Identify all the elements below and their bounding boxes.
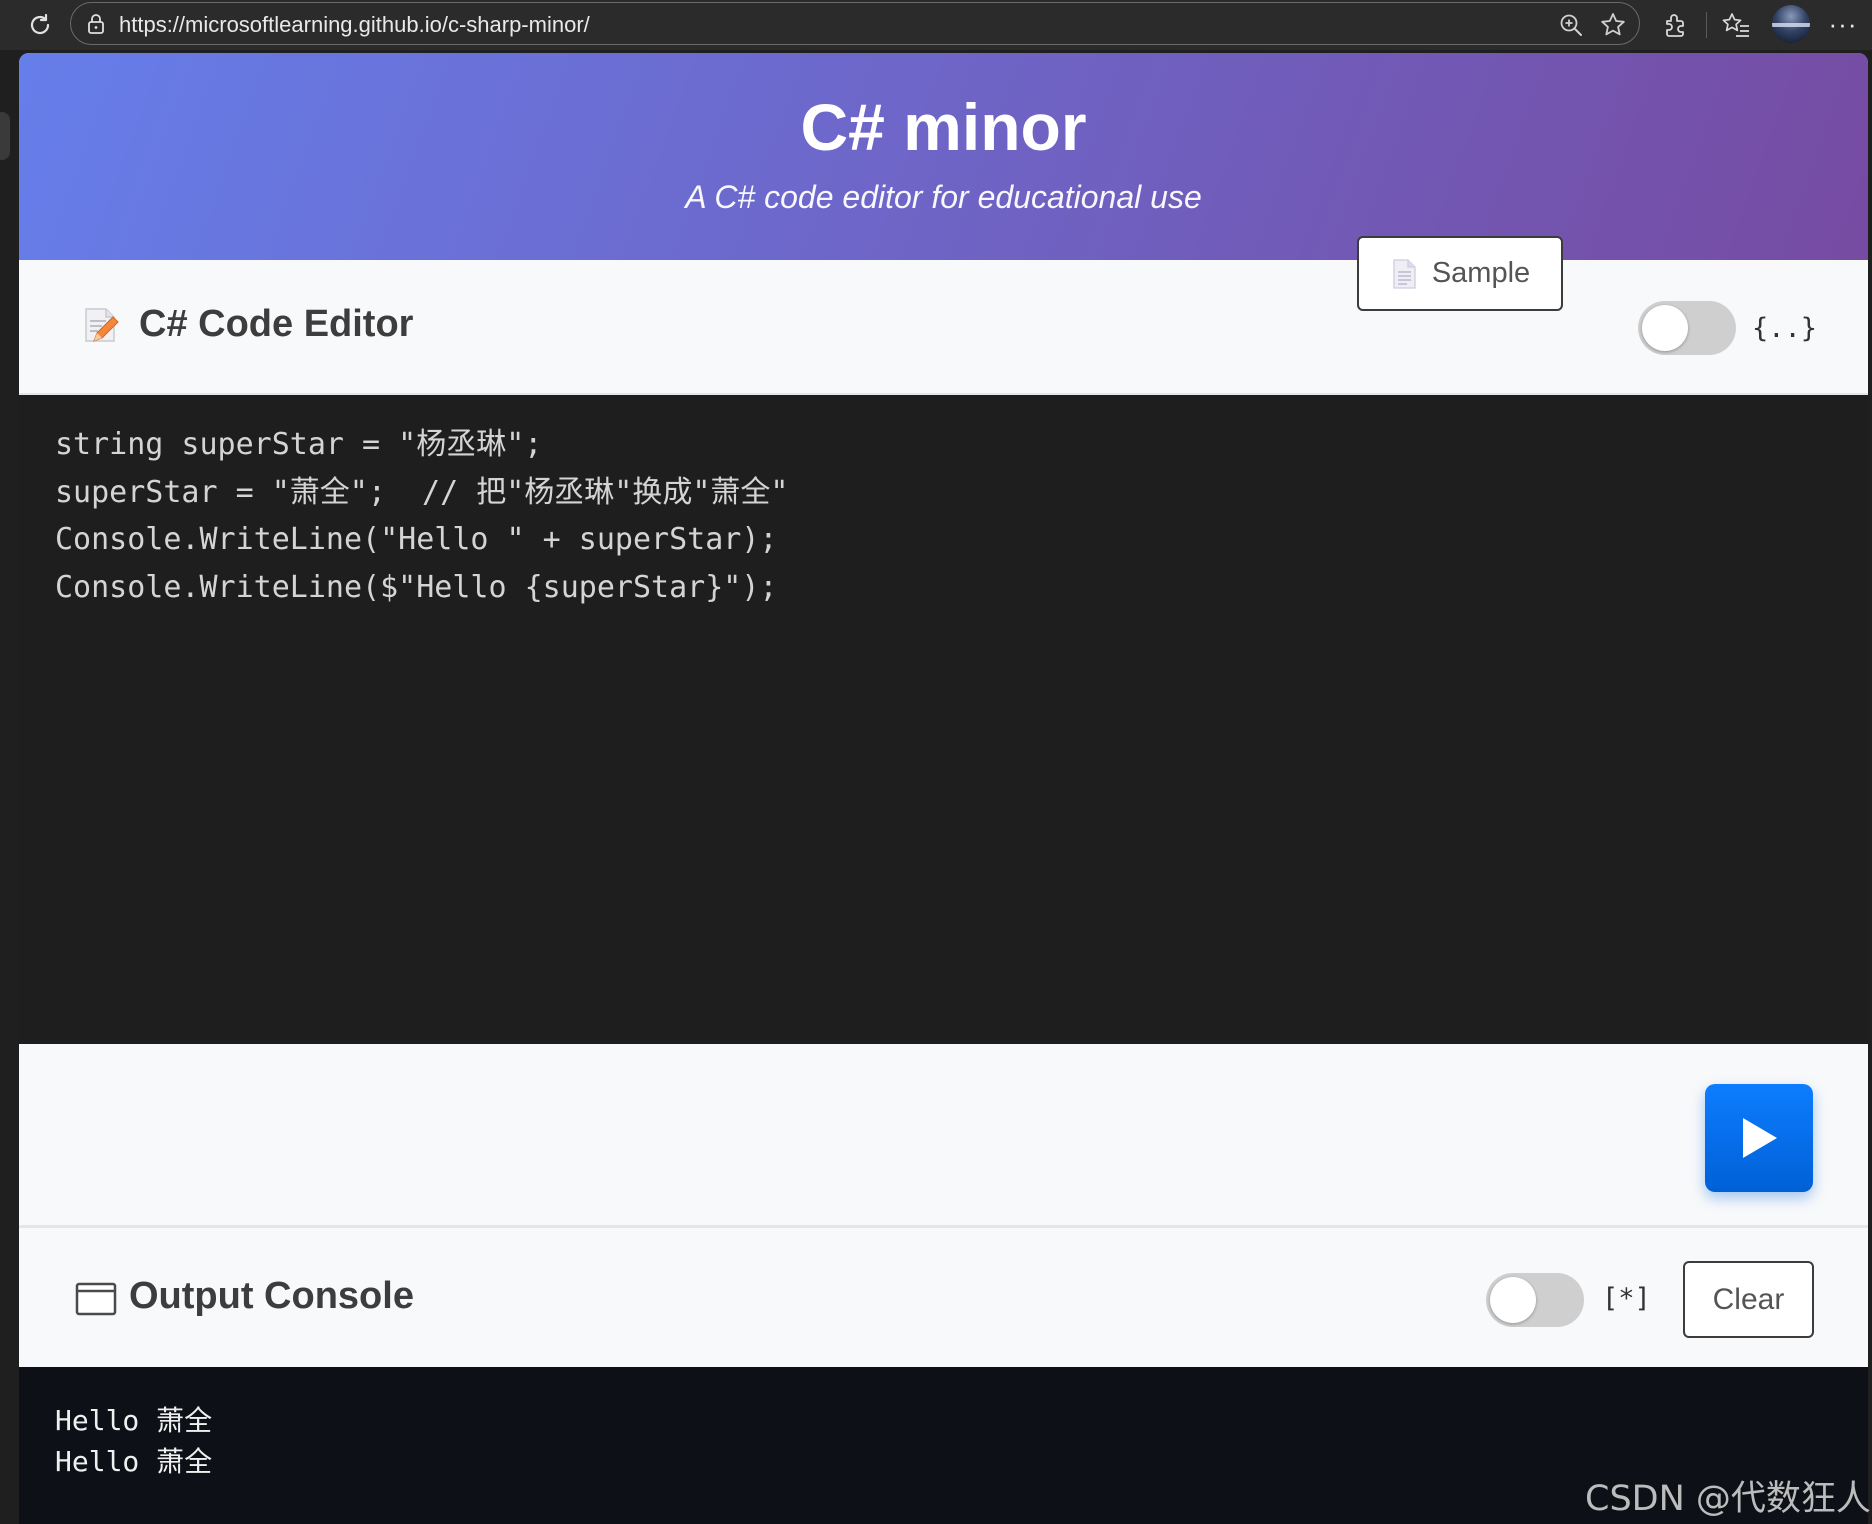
- window-icon: [75, 1282, 117, 1316]
- output-toggle-label: [*]: [1602, 1283, 1651, 1314]
- output-toggle[interactable]: [1486, 1273, 1584, 1327]
- toggle-knob: [1490, 1277, 1536, 1323]
- extensions-icon[interactable]: [1659, 9, 1691, 41]
- favorite-star-icon[interactable]: [1599, 11, 1627, 39]
- run-button[interactable]: [1705, 1084, 1813, 1192]
- console-line: Hello 萧全: [55, 1404, 213, 1437]
- format-toggle[interactable]: [1638, 301, 1736, 355]
- browser-toolbar: https://microsoftlearning.github.io/c-sh…: [0, 0, 1872, 50]
- memo-pencil-icon: [85, 308, 119, 342]
- sidebar-handle[interactable]: [0, 112, 10, 160]
- zoom-icon[interactable]: [1557, 11, 1585, 39]
- clear-button[interactable]: Clear: [1683, 1261, 1814, 1338]
- toggle-knob: [1642, 305, 1688, 351]
- format-toggle-label: {..}: [1752, 313, 1818, 344]
- lock-icon[interactable]: [85, 13, 107, 35]
- code-line[interactable]: Console.WriteLine("Hello " + superStar);: [55, 516, 1868, 564]
- app-title: C# minor: [800, 90, 1087, 164]
- code-editor[interactable]: string superStar = "杨丞琳"; superStar = "萧…: [19, 395, 1868, 1044]
- code-line[interactable]: superStar = "萧全"; // 把"杨丞琳"换成"萧全": [55, 469, 1868, 517]
- reload-button[interactable]: [24, 9, 56, 41]
- watermark: CSDN @代数狂人: [1585, 1479, 1871, 1519]
- code-line[interactable]: string superStar = "杨丞琳";: [55, 421, 1868, 469]
- code-line[interactable]: Console.WriteLine($"Hello {superStar}");: [55, 564, 1868, 612]
- favorites-list-icon[interactable]: [1720, 9, 1752, 41]
- address-bar[interactable]: https://microsoftlearning.github.io/c-sh…: [70, 2, 1640, 45]
- toolbar-divider: [1706, 12, 1707, 38]
- play-icon: [1743, 1118, 1777, 1158]
- reload-icon: [30, 13, 50, 35]
- output-title: Output Console: [129, 1275, 414, 1317]
- editor-title: C# Code Editor: [139, 303, 414, 345]
- run-bar: [19, 1044, 1868, 1228]
- more-options-icon[interactable]: ···: [1826, 7, 1860, 41]
- url-text[interactable]: https://microsoftlearning.github.io/c-sh…: [119, 12, 590, 38]
- document-icon: [1393, 258, 1416, 289]
- profile-avatar[interactable]: [1772, 5, 1810, 43]
- app-subtitle: A C# code editor for educational use: [685, 179, 1202, 215]
- sample-button-label: Sample: [1431, 257, 1531, 289]
- app-header: C# minor A C# code editor for educationa…: [19, 53, 1868, 260]
- sample-button[interactable]: Sample: [1357, 236, 1563, 311]
